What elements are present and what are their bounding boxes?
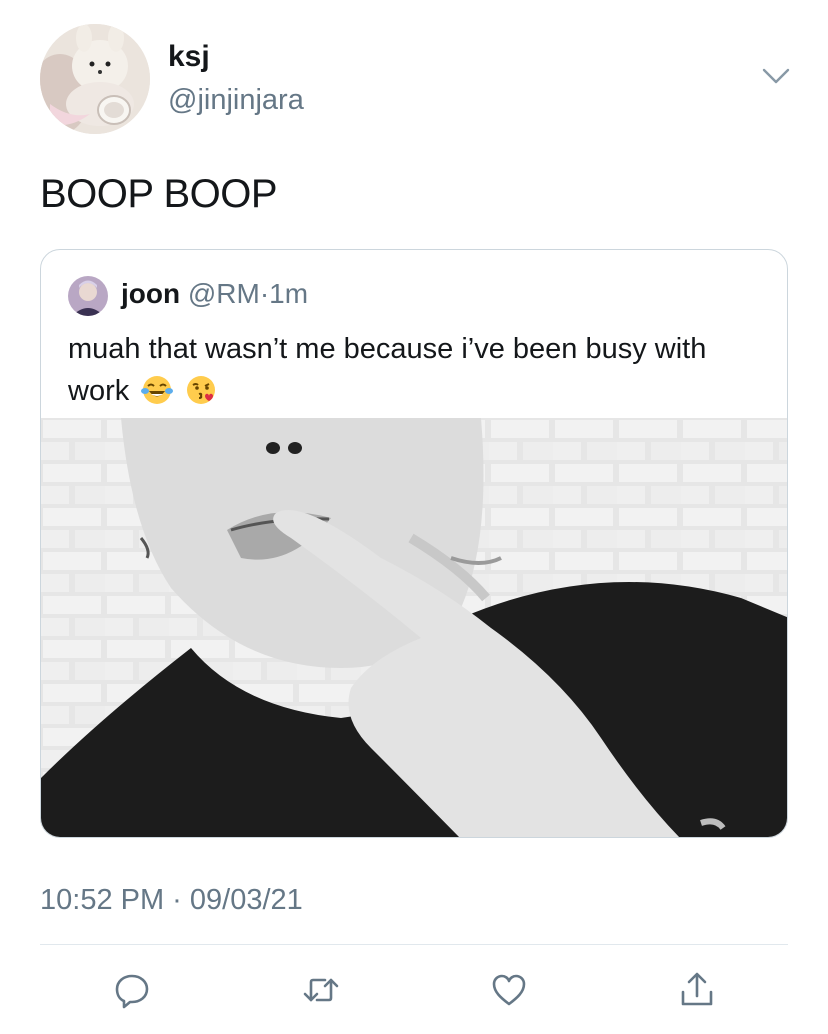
face-blowing-a-kiss-icon [187, 376, 216, 404]
chevron-down-icon[interactable] [760, 64, 792, 88]
quoted-time: 1m [269, 278, 309, 309]
tweet-timestamp[interactable]: 10:52 PM · 09/03/21 [40, 884, 303, 917]
quoted-tweet-text-block: muah that wasn’t me because i’ve been bu… [68, 328, 768, 412]
quoted-display-name: joon [121, 278, 181, 309]
divider [40, 944, 788, 945]
quoted-handle: @RM [187, 278, 260, 309]
share-icon [681, 972, 713, 1006]
author-handle[interactable]: @jinjinjara [168, 84, 304, 117]
reply-button[interactable] [110, 968, 154, 1012]
plush-toy-avatar-image [40, 24, 150, 134]
author-avatar[interactable] [40, 24, 150, 134]
quoted-tweet-card[interactable]: joon @RM·1m muah that wasn’t me because … [40, 249, 788, 838]
retweet-icon [303, 978, 339, 1002]
quoted-tweet-meta: joon @RM·1m [121, 278, 308, 310]
share-button[interactable] [675, 968, 719, 1012]
author-display-name[interactable]: ksj [168, 40, 210, 74]
tweet-detail: ksj @jinjinjara BOOP BOOP joon @RM·1m mu… [0, 0, 828, 1034]
tweet-text: BOOP BOOP [40, 172, 278, 216]
retweet-button[interactable] [299, 968, 343, 1012]
face-with-tears-of-joy-icon [141, 376, 174, 404]
like-button[interactable] [487, 968, 531, 1012]
quoted-separator: · [259, 278, 270, 309]
black-and-white-photo-image [41, 418, 787, 837]
quoted-author-avatar [68, 276, 108, 316]
quoted-tweet-photo[interactable] [41, 418, 787, 837]
heart-icon [492, 974, 526, 1006]
reply-icon [115, 974, 149, 1009]
tweet-actions-bar [0, 960, 828, 1020]
